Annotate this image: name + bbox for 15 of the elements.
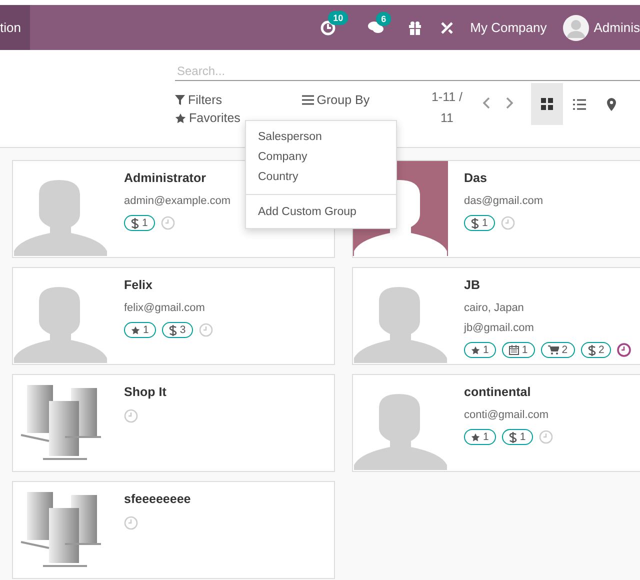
contact-name: Shop It [124, 385, 166, 399]
contact-name: JB [464, 278, 481, 292]
contact-detail: conti@gmail.com [464, 409, 550, 421]
contact-name: Administrator [124, 171, 207, 185]
contact-name: continental [464, 385, 532, 399]
message-count-badge: 6 [376, 12, 392, 26]
contact-detail: jb@gmail.com [464, 322, 535, 334]
contact-name: sfeeeeeeee [124, 492, 191, 506]
contact-detail: cairo, Japan [464, 302, 525, 314]
contact-detail: das@gmail.com [464, 195, 544, 207]
activity-count-badge: 10 [328, 10, 348, 24]
contact-name: Felix [124, 278, 154, 292]
contact-detail: admin@example.com [124, 195, 231, 207]
contact-name: Das [464, 171, 488, 185]
contact-detail: felix@gmail.com [124, 302, 206, 314]
